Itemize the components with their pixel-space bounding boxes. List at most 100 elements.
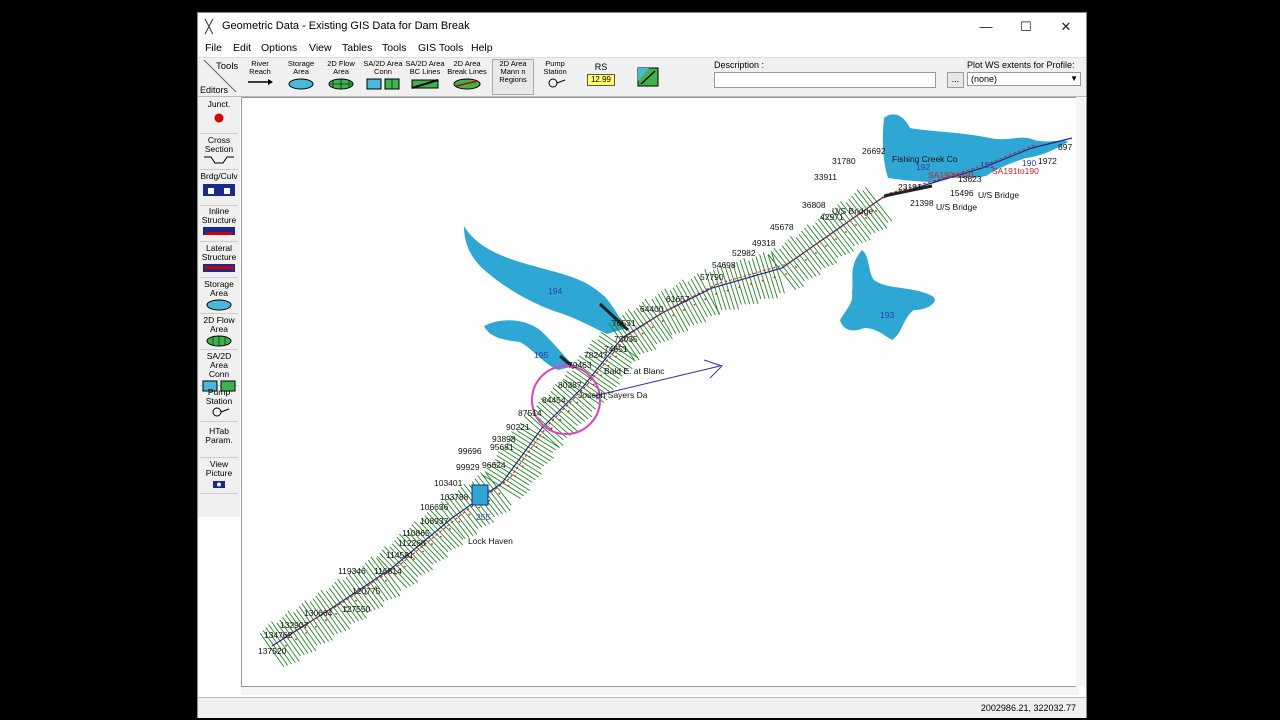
- bank-station-mark: [825, 245, 827, 247]
- bc-lines-tool-button[interactable]: SA/2D Area BC Lines: [404, 59, 446, 95]
- minimize-button[interactable]: —: [966, 17, 1006, 37]
- storage-area-255-box[interactable]: [471, 484, 489, 506]
- menu-help[interactable]: Help: [471, 42, 493, 54]
- cross-section-label2: Section: [204, 144, 234, 154]
- title-bar: ╳ Geometric Data - Existing GIS Data for…: [198, 13, 1086, 41]
- station-label: 90221: [506, 422, 530, 432]
- bank-station-mark: [507, 484, 510, 487]
- cross-section-line[interactable]: [815, 222, 843, 257]
- pump-station-button[interactable]: Pump Station: [200, 385, 238, 422]
- cross-section-line[interactable]: [798, 233, 826, 269]
- cross-section-button[interactable]: Cross Section: [200, 133, 238, 170]
- station-label: 87514: [518, 408, 542, 418]
- bank-station-mark: [600, 374, 602, 377]
- cross-section-line[interactable]: [848, 198, 876, 234]
- cross-section-line[interactable]: [723, 263, 740, 310]
- 2d-flow-area-button[interactable]: 2D Flow Area: [200, 313, 238, 350]
- geometry-map[interactable]: 194 195 193 192 191 190 Fishing Creek Co…: [242, 98, 1079, 687]
- station-label: 127550: [342, 604, 371, 614]
- lateral-structure-label2: Structure: [201, 252, 237, 262]
- vertical-scrollbar[interactable]: [1076, 97, 1085, 687]
- station-label: 54698: [712, 260, 736, 270]
- bank-station-mark: [335, 613, 337, 615]
- horizontal-scrollbar[interactable]: [241, 687, 1079, 695]
- cross-section-line[interactable]: [309, 601, 335, 636]
- label-rs-1972: 1972: [1038, 156, 1057, 166]
- lateral-structure-button[interactable]: Lateral Structure: [200, 241, 238, 278]
- 2d-flow-area-tool-button[interactable]: 2D Flow Area: [322, 59, 360, 95]
- toolbar: Tools River Reach Storage Area 2D Flow A…: [198, 57, 1086, 97]
- sa-conn-button[interactable]: SA/2D Area Conn: [200, 349, 238, 392]
- storage-area-192[interactable]: [882, 114, 1068, 182]
- river-reach-button[interactable]: River Reach: [242, 59, 278, 95]
- camera-icon: [213, 481, 225, 488]
- cross-section-line[interactable]: [483, 475, 521, 499]
- cross-section-line[interactable]: [801, 230, 830, 267]
- geometric-data-window: ╳ Geometric Data - Existing GIS Data for…: [197, 12, 1087, 718]
- menu-file[interactable]: File: [205, 42, 222, 54]
- cross-section-line[interactable]: [817, 219, 847, 255]
- station-label: 13623: [958, 174, 982, 184]
- storage-area-194[interactable]: [464, 226, 627, 334]
- bank-station-mark: [785, 273, 787, 275]
- tools-label: Tools: [216, 61, 239, 72]
- description-input[interactable]: [714, 72, 936, 88]
- label-sayers-dam: Joseph Sayers Da: [578, 390, 648, 400]
- description-browse-button[interactable]: ...: [947, 72, 964, 88]
- sa-conn-label1: SA/2D Area: [206, 351, 232, 370]
- rs-value: 12.99: [586, 74, 616, 86]
- cross-section-line[interactable]: [762, 252, 778, 299]
- bank-station-mark: [815, 252, 817, 254]
- station-label: 23191: [898, 182, 922, 192]
- storage-area-icon: [206, 299, 232, 311]
- close-button[interactable]: ✕: [1046, 17, 1086, 37]
- sa-conn-icon: [366, 78, 400, 90]
- geometry-canvas[interactable]: 194 195 193 192 191 190 Fishing Creek Co…: [241, 97, 1079, 687]
- cross-section-line[interactable]: [739, 259, 755, 305]
- menu-edit[interactable]: Edit: [233, 42, 251, 54]
- sa-conn-tool-button[interactable]: SA/2D Area Conn: [362, 59, 404, 95]
- station-label: 120775: [352, 586, 381, 596]
- junction-button[interactable]: Junct.: [200, 97, 238, 134]
- bank-station-mark: [738, 286, 741, 289]
- rs-tool-button[interactable]: RS 12.99: [582, 59, 620, 95]
- station-label: 42971: [820, 212, 844, 222]
- plot-ws-profile-select[interactable]: (none) ▼: [967, 72, 1081, 86]
- menu-view[interactable]: View: [309, 42, 332, 54]
- storage-area-tool-button[interactable]: Storage Area: [282, 59, 320, 95]
- pump-station-tool-button[interactable]: Pump Station: [536, 59, 574, 95]
- view-picture-button[interactable]: View Picture: [200, 457, 238, 494]
- inline-structure-button[interactable]: Inline Structure: [200, 205, 238, 242]
- mann-regions-tool-button[interactable]: 2D Area Mann n Regions: [492, 59, 534, 95]
- menu-options[interactable]: Options: [261, 42, 297, 54]
- cross-section-line[interactable]: [516, 430, 553, 454]
- cross-section-line[interactable]: [784, 242, 813, 279]
- cross-section-line[interactable]: [865, 187, 893, 222]
- hecras-icon: ╳: [205, 19, 213, 34]
- break-lines-tool-button[interactable]: 2D Area Break Lines: [446, 59, 488, 95]
- bank-station-mark: [295, 638, 297, 641]
- station-label: 103788: [440, 492, 469, 502]
- storage-area-193[interactable]: [840, 250, 935, 340]
- station-label: 130664: [304, 608, 333, 618]
- 2d-flow-area-icon: [206, 335, 232, 347]
- cross-section-line[interactable]: [759, 254, 774, 299]
- htab-param-button[interactable]: HTab Param.: [200, 421, 238, 458]
- editors-sidebar: Junct. Cross Section Brdg/Culv Inline St…: [198, 97, 240, 517]
- map-layers-button[interactable]: [630, 59, 666, 95]
- bank-station-mark: [651, 326, 654, 329]
- menu-gis-tools[interactable]: GIS Tools: [418, 42, 463, 54]
- lateral-structure-icon: [203, 264, 235, 272]
- cross-section-line[interactable]: [743, 257, 759, 305]
- inline-structure-label2: Structure: [201, 215, 237, 225]
- sa-label-195: 195: [534, 350, 548, 360]
- menu-tables[interactable]: Tables: [342, 42, 372, 54]
- bridge-culvert-button[interactable]: Brdg/Culv: [200, 169, 238, 206]
- cross-section-line[interactable]: [795, 237, 822, 270]
- storage-area-button[interactable]: Storage Area: [200, 277, 238, 314]
- plot-ws-value: (none): [971, 74, 998, 84]
- maximize-button[interactable]: ☐: [1006, 17, 1046, 37]
- menu-tools[interactable]: Tools: [382, 42, 407, 54]
- storage-area-195[interactable]: [484, 320, 574, 370]
- bank-station-mark: [835, 238, 837, 240]
